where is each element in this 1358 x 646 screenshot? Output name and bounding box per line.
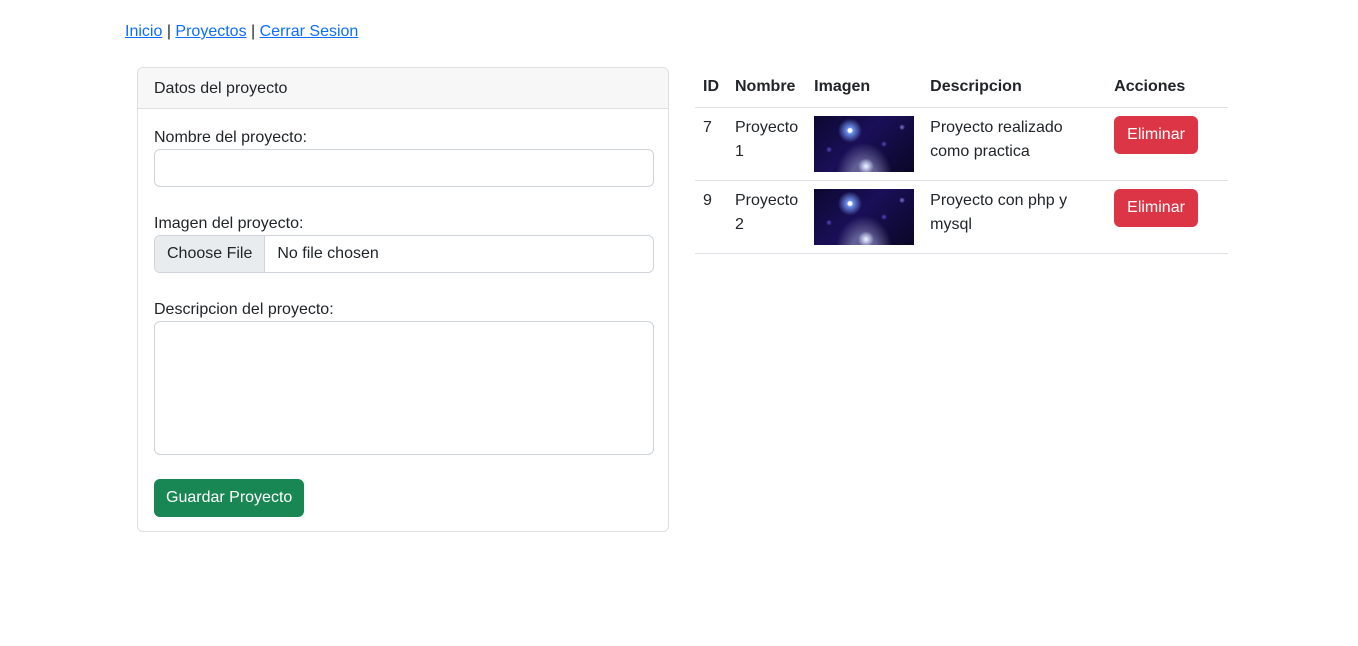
cell-actions: Eliminar: [1106, 107, 1228, 181]
projects-table-wrapper: ID Nombre Imagen Descripcion Acciones 7 …: [695, 67, 1228, 254]
nav-separator: |: [251, 23, 256, 40]
cell-description: Proyecto realizado como practica: [922, 107, 1107, 181]
cell-image: [806, 180, 923, 254]
card-header: Datos del proyecto: [138, 68, 668, 109]
nav-separator: |: [166, 23, 171, 40]
cell-name: Proyecto 2: [727, 180, 807, 254]
nav-link-inicio[interactable]: Inicio: [125, 23, 162, 40]
delete-project-button[interactable]: Eliminar: [1114, 188, 1198, 227]
table-row: 7 Proyecto 1 Proyecto realizado como pra…: [695, 107, 1228, 181]
save-project-button[interactable]: Guardar Proyecto: [154, 479, 305, 517]
cell-actions: Eliminar: [1106, 180, 1228, 254]
file-status-text: No file chosen: [277, 245, 379, 262]
table-header-row: ID Nombre Imagen Descripcion Acciones: [695, 67, 1228, 108]
cell-description: Proyecto con php y mysql: [922, 180, 1107, 254]
project-image-label: Imagen del proyecto:: [154, 215, 304, 232]
nav-link-proyectos[interactable]: Proyectos: [175, 23, 246, 40]
project-description-label: Descripcion del proyecto:: [154, 301, 334, 318]
choose-file-button[interactable]: Choose File: [155, 236, 266, 272]
nav-link-cerrar-sesion[interactable]: Cerrar Sesion: [260, 23, 359, 40]
top-nav: Inicio | Proyectos | Cerrar Sesion: [125, 20, 358, 44]
column-header-imagen: Imagen: [806, 67, 923, 108]
project-form-card: Datos del proyecto Nombre del proyecto: …: [137, 67, 669, 532]
delete-project-button[interactable]: Eliminar: [1114, 115, 1198, 154]
project-thumbnail-image: [814, 188, 915, 245]
column-header-descripcion: Descripcion: [922, 67, 1107, 108]
column-header-acciones: Acciones: [1106, 67, 1228, 108]
project-name-label: Nombre del proyecto:: [154, 129, 307, 146]
column-header-id: ID: [695, 67, 727, 108]
cell-image: [806, 107, 923, 181]
project-description-textarea[interactable]: [154, 321, 654, 455]
column-header-nombre: Nombre: [727, 67, 807, 108]
project-image-file-input[interactable]: Choose File No file chosen: [154, 235, 654, 273]
projects-table: ID Nombre Imagen Descripcion Acciones 7 …: [695, 67, 1228, 254]
project-name-input[interactable]: [154, 149, 654, 187]
project-thumbnail-image: [814, 115, 915, 172]
cell-id: 7: [695, 107, 727, 181]
cell-id: 9: [695, 180, 727, 254]
cell-name: Proyecto 1: [727, 107, 807, 181]
table-row: 9 Proyecto 2 Proyecto con php y mysql El…: [695, 180, 1228, 254]
